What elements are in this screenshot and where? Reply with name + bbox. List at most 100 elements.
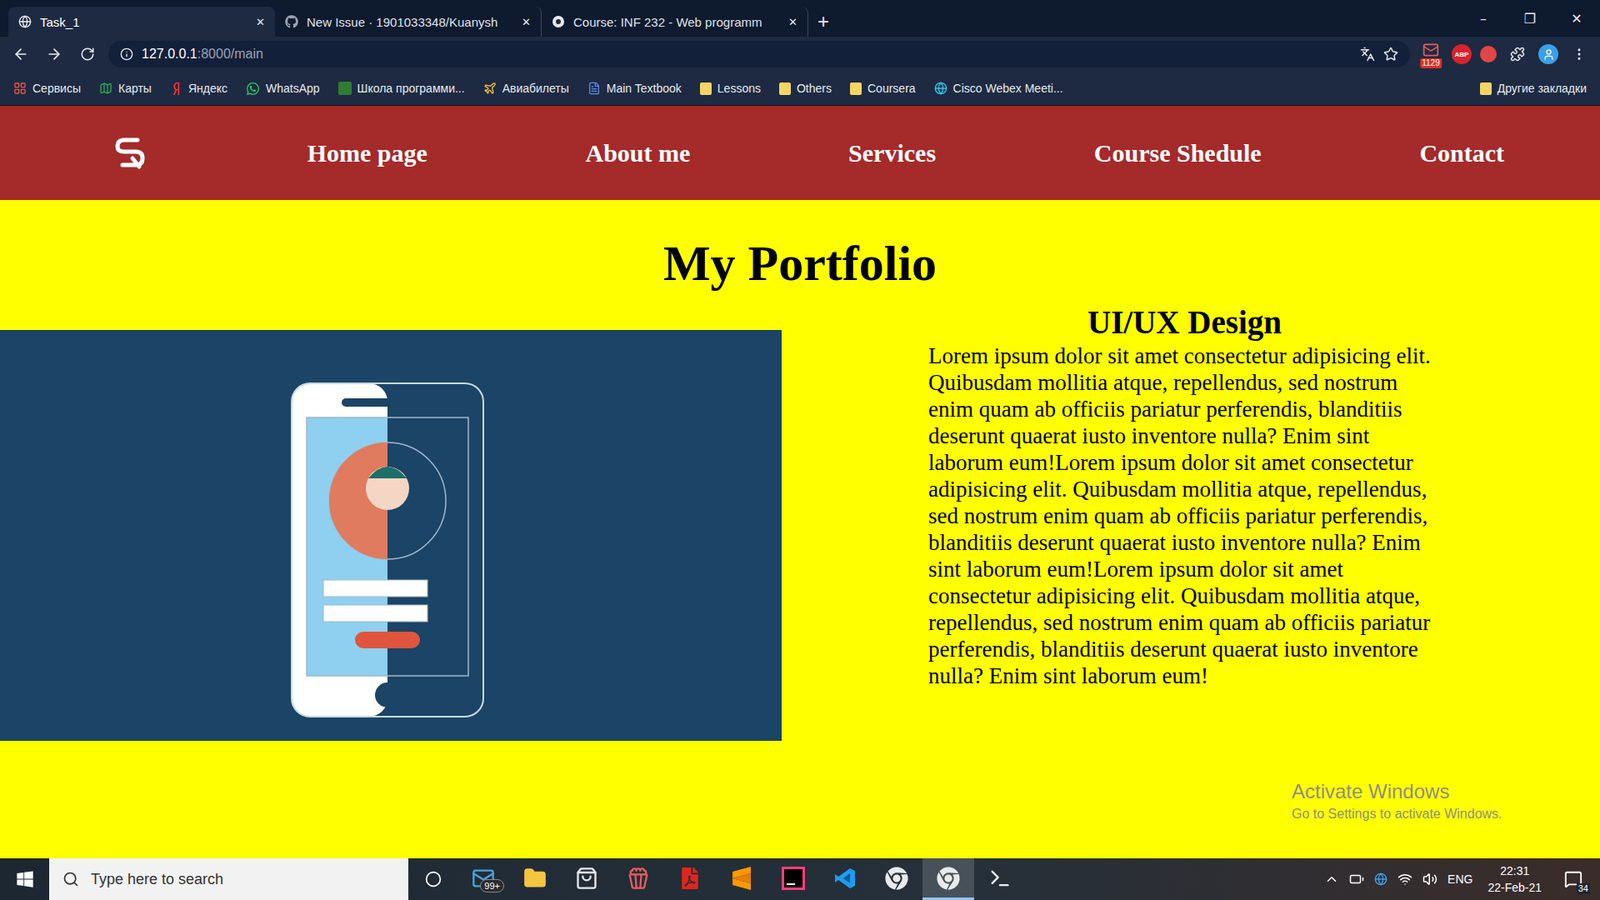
folder-icon xyxy=(523,866,547,890)
logo-icon[interactable] xyxy=(112,135,150,172)
battery-icon[interactable] xyxy=(1349,871,1365,887)
taskbar-app[interactable] xyxy=(664,858,716,900)
taskbar-app[interactable] xyxy=(870,858,923,900)
search-icon xyxy=(62,870,80,888)
desktop: Task_1✕New Issue · 1901033348/Kuanysh✕Co… xyxy=(0,0,1600,900)
tab-close-button[interactable]: ✕ xyxy=(255,15,265,29)
window-button[interactable]: – xyxy=(1460,0,1507,37)
translate-icon[interactable] xyxy=(1360,46,1375,62)
bookmark-label: Сервисы xyxy=(32,81,81,95)
system-tray: ENG 22:3122-Feb-21 34 xyxy=(1324,862,1600,896)
window-button[interactable]: ✕ xyxy=(1553,0,1600,37)
folder-icon xyxy=(779,82,791,95)
cortana-icon xyxy=(425,870,442,888)
back-button[interactable] xyxy=(8,41,34,67)
bookmark-label: Cisco Webex Meeti... xyxy=(953,81,1064,95)
forward-button[interactable] xyxy=(41,41,67,67)
edge-icon[interactable] xyxy=(1374,872,1388,886)
globe-icon xyxy=(18,15,32,29)
other-bookmarks[interactable]: Другие закладки xyxy=(1480,81,1587,95)
tab-close-button[interactable]: ✕ xyxy=(521,15,531,29)
web-page: Home page About me Services Course Shedule C… xyxy=(0,105,1600,859)
clock-date: 22-Feb-21 xyxy=(1487,879,1542,896)
new-tab-button[interactable]: + xyxy=(808,6,839,37)
language-indicator[interactable]: ENG xyxy=(1447,872,1473,886)
mail-extension[interactable]: 1129 xyxy=(1418,41,1444,67)
github-icon xyxy=(285,15,299,29)
bookmark[interactable]: Карты xyxy=(99,81,152,95)
bookmark-label: Others xyxy=(796,81,832,95)
site-nav: Home page About me Services Course Shedule C… xyxy=(0,105,1600,200)
cortana-button[interactable] xyxy=(408,858,458,900)
pdf-icon xyxy=(679,867,701,890)
extensions-button[interactable] xyxy=(1505,41,1530,67)
notifications-button[interactable]: 34 xyxy=(1556,862,1590,896)
taskbar-app[interactable] xyxy=(819,858,871,900)
taskbar-app[interactable]: 99+ xyxy=(457,858,510,900)
reload-button[interactable] xyxy=(75,41,100,67)
bookmark[interactable]: Main Textbook xyxy=(587,81,682,95)
browser-tab[interactable]: Course: INF 232 - Web programm ✕ xyxy=(541,6,809,37)
browser-toolbar: 127.0.0.1:8000/main 1129 ABP xyxy=(0,36,1600,72)
tab-title: New Issue · 1901033348/Kuanysh xyxy=(306,15,514,30)
tab-title: Task_1 xyxy=(40,15,248,30)
volume-icon[interactable] xyxy=(1422,871,1438,887)
extension-icon[interactable] xyxy=(1480,45,1497,63)
nav-link[interactable]: Home page xyxy=(307,139,428,168)
apps-icon xyxy=(13,81,27,95)
yandex-icon xyxy=(170,82,183,95)
taskbar-app[interactable] xyxy=(612,858,665,900)
webex-icon xyxy=(934,81,948,95)
menu-button[interactable] xyxy=(1566,41,1592,67)
bookmark[interactable]: Others xyxy=(779,81,832,95)
bookmark[interactable]: WhatsApp xyxy=(245,81,320,96)
taskbar: Type here to search 99+ ENG 22:3122-Feb-21 3… xyxy=(0,858,1600,900)
clock[interactable]: 22:3122-Feb-21 xyxy=(1482,862,1547,896)
bookmark[interactable]: Авиабилеты xyxy=(483,81,570,95)
browser-tab[interactable]: New Issue · 1901033348/Kuanysh ✕ xyxy=(275,6,542,37)
nav-link[interactable]: Contact xyxy=(1419,139,1505,168)
arrow-left-icon xyxy=(12,45,30,63)
taskbar-app[interactable] xyxy=(767,858,820,900)
nav-link[interactable]: Services xyxy=(848,139,936,168)
bookmark-label: Школа программи... xyxy=(357,81,465,95)
tab-close-button[interactable]: ✕ xyxy=(788,15,798,29)
browser-tab[interactable]: Task_1 ✕ xyxy=(8,6,275,37)
popcorn-icon xyxy=(626,866,650,890)
taskbar-app[interactable] xyxy=(560,858,613,900)
address-bar[interactable]: 127.0.0.1:8000/main xyxy=(108,40,1410,68)
wifi-icon[interactable] xyxy=(1397,871,1413,887)
document-icon xyxy=(587,81,601,95)
start-button[interactable] xyxy=(0,858,50,900)
taskbar-app[interactable] xyxy=(715,858,768,900)
taskbar-search[interactable]: Type here to search xyxy=(49,858,409,900)
watermark-subtitle: Go to Settings to activate Windows. xyxy=(1291,806,1542,822)
phone-illustration xyxy=(0,330,782,741)
nav-link[interactable]: Course Shedule xyxy=(1094,139,1262,168)
bookmark-label: Lessons xyxy=(717,81,761,95)
tab-title: Course: INF 232 - Web programm xyxy=(573,15,780,30)
user-icon xyxy=(1542,48,1555,61)
bookmark[interactable]: Яндекс xyxy=(170,81,228,95)
window-controls: –❐✕ xyxy=(1460,0,1600,37)
profile-button[interactable] xyxy=(1538,44,1559,65)
bookmark[interactable]: Cisco Webex Meeti... xyxy=(934,81,1064,95)
adblock-extension[interactable]: ABP xyxy=(1451,44,1472,65)
taskbar-app[interactable] xyxy=(509,858,561,900)
tab-strip: Task_1✕New Issue · 1901033348/Kuanysh✕Co… xyxy=(0,0,1600,37)
taskbar-app[interactable] xyxy=(922,858,975,900)
bookmark[interactable]: Сервисы xyxy=(13,81,81,95)
chevron-up-icon[interactable] xyxy=(1324,871,1340,887)
star-icon[interactable] xyxy=(1383,46,1399,62)
whatsapp-icon xyxy=(245,81,260,96)
folder-icon xyxy=(700,82,712,95)
bookmark-label: WhatsApp xyxy=(265,81,320,95)
bookmark[interactable]: Coursera xyxy=(850,81,916,95)
portfolio-text: UI/UX DesignLorem ipsum dolor sit amet c… xyxy=(928,303,1441,690)
nav-link[interactable]: About me xyxy=(585,139,691,168)
bookmark[interactable]: Школа программи... xyxy=(338,81,465,95)
taskbar-app[interactable] xyxy=(974,858,1026,900)
window-button[interactable]: ❐ xyxy=(1506,0,1554,37)
bookmark[interactable]: Lessons xyxy=(700,81,761,95)
puzzle-icon xyxy=(1510,46,1525,62)
